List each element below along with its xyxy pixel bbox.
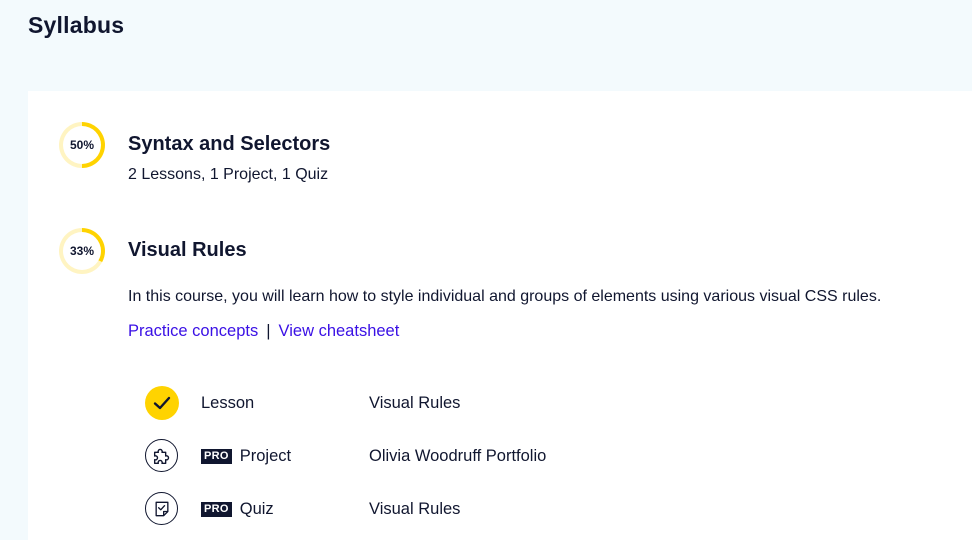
item-type-label: Project (239, 447, 292, 465)
module-title[interactable]: Visual Rules (128, 239, 247, 262)
list-item-project[interactable]: PRO Project Olivia Woodruff Portfolio (28, 436, 972, 476)
item-type-label: Quiz (239, 500, 274, 518)
module-title[interactable]: Syntax and Selectors (128, 133, 330, 156)
item-type: PRO Quiz (201, 500, 274, 519)
item-type-label: Lesson (201, 394, 255, 412)
view-cheatsheet-link[interactable]: View cheatsheet (279, 322, 400, 340)
item-type: Lesson (201, 394, 254, 413)
link-separator: | (266, 322, 271, 340)
pro-badge: PRO (201, 449, 232, 464)
pro-badge: PRO (201, 502, 232, 517)
item-name: Olivia Woodruff Portfolio (369, 447, 547, 465)
progress-ring: 50% (59, 122, 105, 168)
item-type: PRO Project (201, 447, 291, 466)
check-icon (145, 386, 179, 420)
list-item-quiz[interactable]: PRO Quiz Visual Rules (28, 489, 972, 529)
module-description: In this course, you will learn how to st… (128, 288, 882, 305)
item-name: Visual Rules (369, 394, 461, 412)
progress-label: 50% (69, 138, 95, 152)
syllabus-card: 50% Syntax and Selectors 2 Lessons, 1 Pr… (28, 91, 972, 540)
module-links: Practice concepts | View cheatsheet (128, 322, 399, 341)
progress-ring: 33% (59, 228, 105, 274)
puzzle-icon (145, 439, 178, 472)
practice-concepts-link[interactable]: Practice concepts (128, 322, 258, 340)
item-name: Visual Rules (369, 500, 461, 518)
list-item-lesson[interactable]: Lesson Visual Rules (28, 383, 972, 423)
page-title: Syllabus (28, 12, 125, 38)
progress-label: 33% (69, 244, 95, 258)
quiz-icon (145, 492, 178, 525)
module-summary: 2 Lessons, 1 Project, 1 Quiz (128, 166, 329, 183)
